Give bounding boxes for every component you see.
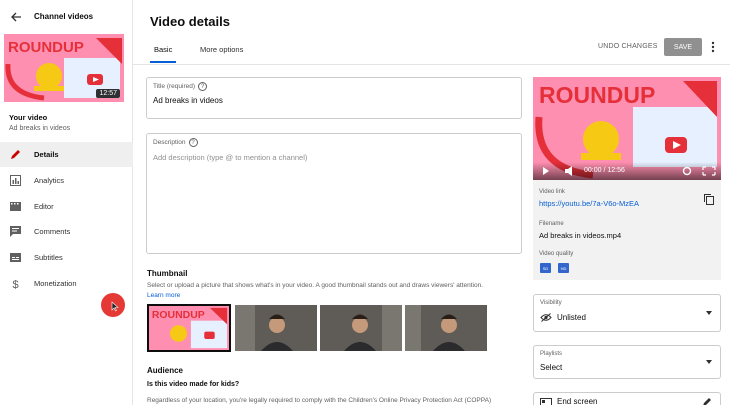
undo-changes-button[interactable]: UNDO CHANGES: [598, 43, 658, 50]
description-input[interactable]: Add description (type @ to mention a cha…: [153, 153, 307, 162]
audience-question: Is this video made for kids?: [147, 381, 240, 388]
help-icon[interactable]: ?: [198, 82, 208, 91]
player-time: 00:00 / 12:56: [584, 167, 625, 174]
more-vert-icon[interactable]: [707, 40, 719, 54]
visibility-label: Visibility: [540, 300, 562, 306]
settings-gear-icon: [682, 166, 692, 176]
person-thumbnail-art: [235, 305, 317, 351]
player-controls: 00:00 / 12:56: [533, 162, 721, 180]
comment-icon: [10, 226, 21, 237]
play-icon: [543, 167, 549, 175]
playlists-dropdown[interactable]: Playlists Select: [533, 345, 721, 379]
sidebar-item-label: Details: [34, 150, 59, 159]
bar-chart-icon: [10, 175, 21, 186]
title-input[interactable]: Ad breaks in videos: [153, 96, 223, 105]
tab-basic[interactable]: Basic: [154, 45, 172, 54]
thumbnail-option[interactable]: [235, 305, 317, 351]
sidebar-item-label: Subtitles: [34, 253, 63, 262]
sidebar-item-editor[interactable]: Editor: [0, 194, 133, 219]
end-screen-icon: [540, 398, 552, 405]
sidebar: Channel videos ROUNDUP 12:57 Your video …: [0, 0, 133, 405]
sidebar-video-thumbnail[interactable]: ROUNDUP 12:57: [4, 34, 124, 102]
sidebar-title: Channel videos: [34, 12, 94, 21]
video-info-panel: Video link https://youtu.be/7a-V6o-MzEA …: [533, 180, 721, 280]
your-video-label: Your video: [9, 113, 48, 122]
mouse-cursor-icon: [111, 301, 119, 312]
sidebar-item-label: Editor: [34, 202, 54, 211]
playlists-label: Playlists: [540, 351, 563, 357]
film-icon: [10, 201, 21, 212]
playlists-value: Select: [540, 363, 563, 372]
filename-label: Filename: [539, 221, 564, 227]
description-field-label: Description: [153, 139, 186, 146]
active-tab-indicator: [150, 61, 176, 63]
roundup-logo-text: ROUNDUP: [539, 82, 655, 108]
visibility-dropdown[interactable]: Visibility Unlisted: [533, 294, 721, 332]
eye-off-icon: [540, 313, 552, 322]
learn-more-link[interactable]: Learn more: [147, 292, 180, 299]
thumbnail-option[interactable]: [320, 305, 402, 351]
end-screen-label: End screen: [557, 397, 598, 405]
end-screen-card[interactable]: End screen: [533, 392, 721, 405]
help-icon[interactable]: ?: [188, 138, 198, 147]
title-field-label: Title (required): [153, 83, 196, 90]
subtitles-icon: [10, 252, 21, 263]
page-title: Video details: [150, 14, 230, 29]
video-duration-badge: 12:57: [96, 89, 120, 98]
sidebar-item-label: Analytics: [34, 176, 65, 185]
audience-legal-text: Regardless of your location, you're lega…: [147, 397, 492, 404]
your-video-title: Ad breaks in videos: [9, 125, 71, 132]
person-thumbnail-art: [320, 305, 402, 351]
filename-value: Ad breaks in videos.mp4: [539, 231, 622, 240]
video-link[interactable]: https://youtu.be/7a-V6o-MzEA: [539, 199, 639, 208]
back-arrow-icon[interactable]: [8, 9, 24, 25]
thumbnail-option[interactable]: [405, 305, 487, 351]
quality-badge-hd: HD: [558, 263, 569, 273]
sidebar-item-subtitles[interactable]: Subtitles: [0, 245, 133, 270]
sidebar-item-analytics[interactable]: Analytics: [0, 168, 133, 193]
sidebar-item-comments[interactable]: Comments: [0, 219, 133, 244]
video-quality-label: Video quality: [539, 251, 574, 257]
svg-text:$: $: [13, 279, 19, 289]
thumbnail-help-text: Select or upload a picture that shows wh…: [147, 282, 483, 289]
video-preview-player[interactable]: ROUNDUP 00:00 / 12:56: [533, 77, 721, 180]
thumbnail-option-selected[interactable]: ROUNDUP: [147, 304, 231, 352]
save-button[interactable]: SAVE: [664, 38, 702, 56]
roundup-logo-text: ROUNDUP: [8, 39, 84, 56]
description-field[interactable]: Description ? Add description (type @ to…: [146, 133, 522, 254]
app-window: Channel videos ROUNDUP 12:57 Your video …: [0, 0, 730, 405]
copy-icon[interactable]: [703, 192, 715, 205]
chevron-down-icon: [706, 311, 712, 315]
audience-heading: Audience: [147, 366, 184, 375]
tab-more-options[interactable]: More options: [200, 45, 243, 54]
title-field[interactable]: Title (required) ? Ad breaks in videos: [146, 77, 522, 119]
dollar-icon: $: [10, 278, 21, 289]
visibility-value: Unlisted: [557, 313, 586, 322]
fullscreen-icon: [702, 166, 716, 176]
quality-badge-sd: SD: [540, 263, 551, 273]
header-divider: [133, 64, 730, 65]
person-thumbnail-art: [405, 305, 487, 351]
cursor-highlight: [101, 293, 125, 317]
edit-pencil-icon[interactable]: [702, 397, 712, 405]
roundup-thumbnail-art: ROUNDUP: [149, 306, 229, 350]
thumbnail-heading: Thumbnail: [147, 269, 188, 278]
sidebar-item-details[interactable]: Details: [0, 142, 133, 167]
volume-icon: [565, 166, 572, 176]
video-link-label: Video link: [539, 189, 565, 195]
chevron-down-icon: [706, 360, 712, 364]
sidebar-item-label: Monetization: [34, 279, 77, 288]
roundup-logo-text: ROUNDUP: [152, 310, 205, 321]
sidebar-item-label: Comments: [34, 227, 71, 236]
pencil-icon: [10, 149, 21, 160]
